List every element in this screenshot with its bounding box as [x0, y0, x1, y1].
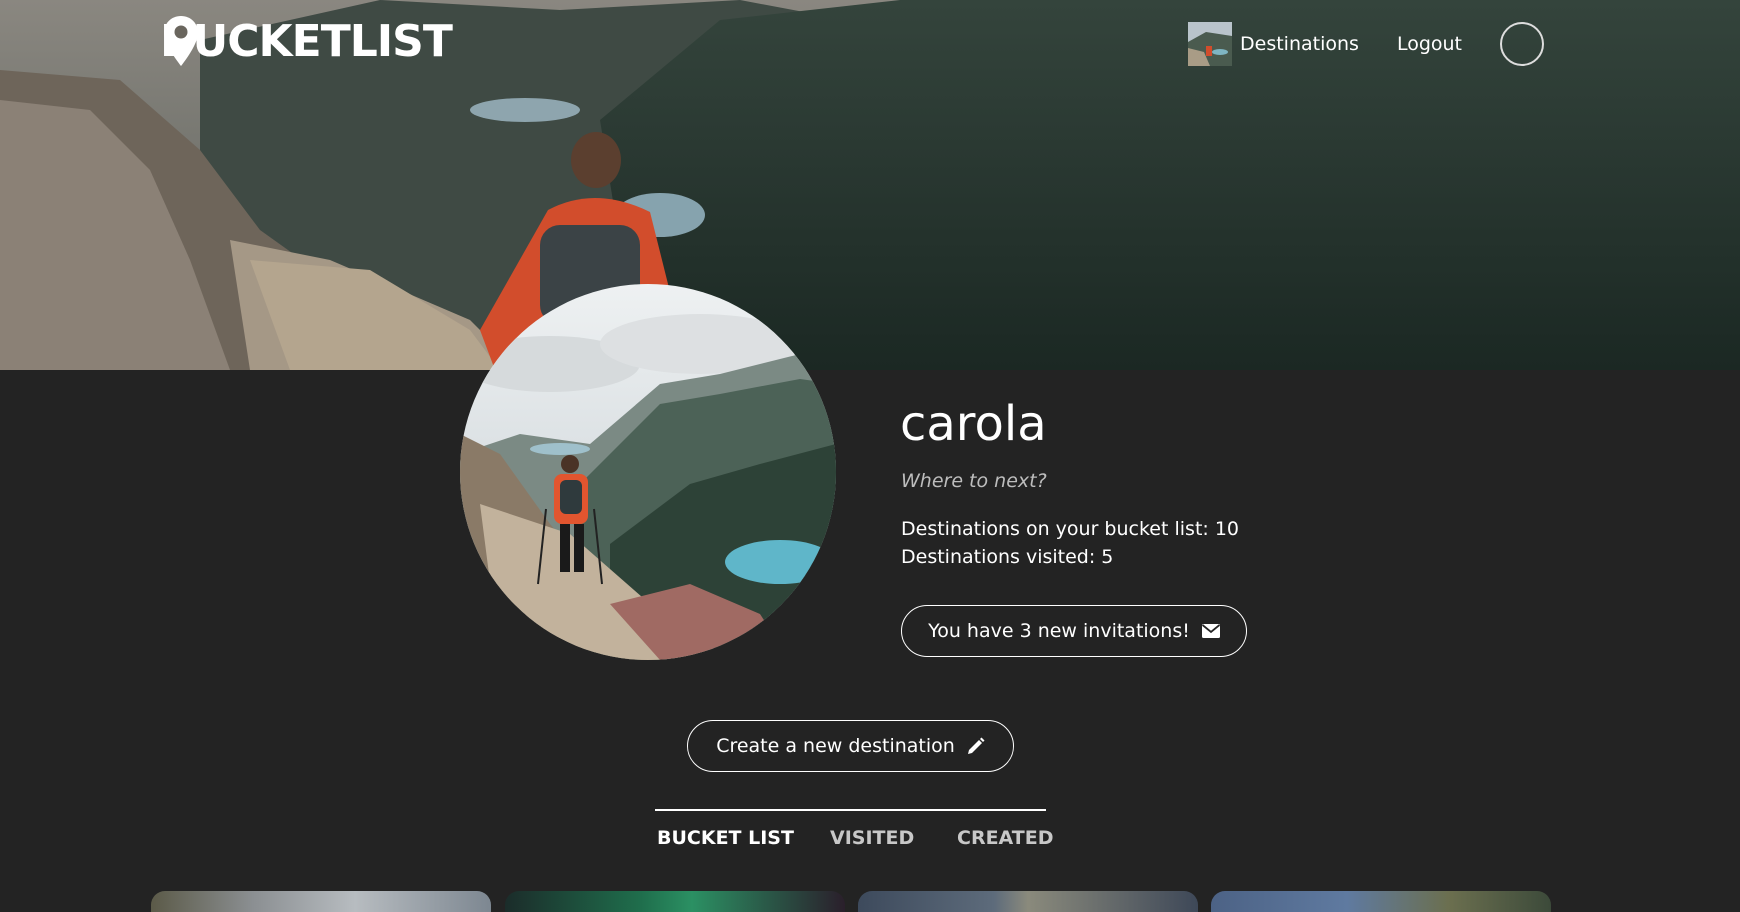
tab-created[interactable]: CREATED	[957, 827, 1054, 849]
tab-bucket-list[interactable]: BUCKET LIST	[657, 827, 794, 849]
pencil-icon	[967, 737, 985, 754]
bucket-list-count: Destinations on your bucket list: 10	[901, 518, 1240, 540]
top-nav: Destinations Logout	[1188, 22, 1544, 66]
profile-tabs: BUCKET LIST VISITED CREATED	[655, 809, 1054, 859]
invitations-button-label: You have 3 new invitations!	[928, 620, 1190, 642]
user-avatar[interactable]	[1188, 22, 1544, 66]
tab-visited[interactable]: VISITED	[830, 827, 914, 849]
create-destination-label: Create a new destination	[716, 735, 955, 757]
create-destination-button[interactable]: Create a new destination	[687, 720, 1014, 772]
destination-card[interactable]	[151, 891, 491, 912]
profile-tagline: Where to next?	[901, 470, 1047, 492]
profile-photo	[460, 284, 836, 660]
invitations-button[interactable]: You have 3 new invitations!	[901, 605, 1247, 657]
map-pin-icon	[164, 16, 198, 66]
hero-banner: BUCKET LIST Destinations Logout	[0, 0, 1740, 370]
nav-logout-link[interactable]: Logout	[1397, 33, 1462, 55]
destination-card[interactable]	[858, 891, 1198, 912]
logo-text-right: LIST	[349, 16, 453, 67]
bucketlist-logo[interactable]: BUCKET LIST	[160, 14, 453, 70]
nav-destinations-link[interactable]: Destinations	[1240, 33, 1359, 55]
envelope-icon	[1201, 624, 1220, 638]
destination-card[interactable]	[505, 891, 845, 912]
visited-count: Destinations visited: 5	[901, 546, 1114, 568]
destination-card[interactable]	[1211, 891, 1551, 912]
profile-picture	[460, 284, 836, 660]
profile-username: carola	[900, 396, 1047, 452]
